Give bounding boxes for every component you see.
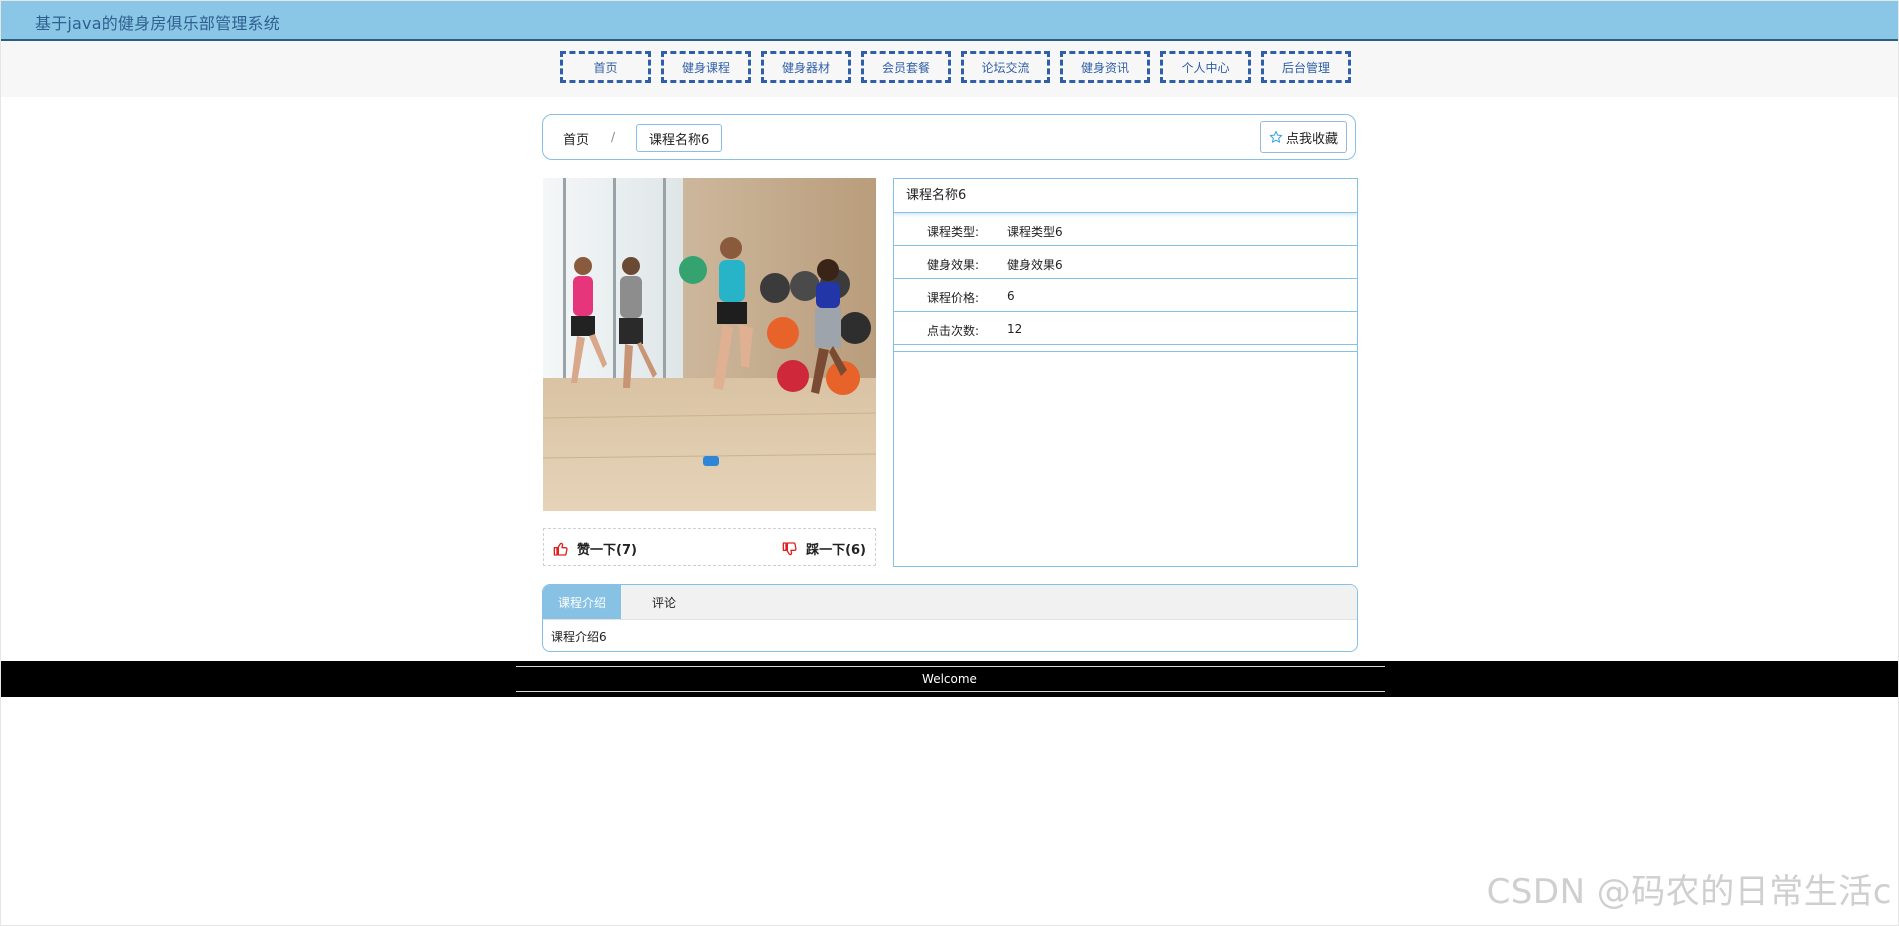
tab-content: 课程介绍6 — [551, 630, 607, 644]
page: 基于java的健身房俱乐部管理系统 首页 健身课程 健身器材 会员套餐 论坛交流… — [0, 0, 1899, 926]
field-value: 12 — [1007, 322, 1023, 336]
nav-bar: 首页 健身课程 健身器材 会员套餐 论坛交流 健身资讯 个人中心 后台管理 — [1, 41, 1898, 97]
course-name: 课程名称6 — [894, 179, 1357, 213]
header-bar: 基于java的健身房俱乐部管理系统 — [1, 1, 1898, 41]
field-label: 点击次数: — [926, 324, 979, 338]
watermark: CSDN @码农的日常生活c — [1486, 872, 1892, 912]
like-button[interactable]: 赞一下(7) — [553, 539, 637, 558]
field-value: 健身效果6 — [1007, 258, 1063, 272]
nav-item-membership[interactable]: 会员套餐 — [861, 51, 951, 83]
course-image — [543, 178, 876, 511]
thumbs-up-icon — [553, 542, 568, 556]
star-icon — [1269, 130, 1283, 143]
nav-item-home[interactable]: 首页 — [560, 51, 651, 83]
nav-item-profile[interactable]: 个人中心 — [1160, 51, 1251, 83]
breadcrumb-home[interactable]: 首页 — [563, 129, 589, 148]
course-tabs: 课程介绍 评论 课程介绍6 — [542, 584, 1358, 652]
breadcrumb-current: 课程名称6 — [636, 124, 723, 152]
field-label: 健身效果: — [926, 258, 979, 272]
dislike-button[interactable]: 踩一下(6) — [782, 539, 866, 558]
nav-item-forum[interactable]: 论坛交流 — [961, 51, 1050, 83]
detail-row-price: 课程价格: 6 — [894, 279, 1357, 312]
breadcrumb: 首页 / 课程名称6 点我收藏 — [542, 114, 1356, 160]
detail-divider — [894, 345, 1357, 352]
dislike-label: 踩一下(6) — [806, 543, 866, 558]
detail-row-clicks: 点击次数: 12 — [894, 312, 1357, 345]
breadcrumb-separator: / — [611, 130, 616, 144]
like-label: 赞一下(7) — [577, 543, 637, 558]
nav-item-admin[interactable]: 后台管理 — [1261, 51, 1351, 83]
course-detail-panel: 课程名称6 课程类型: 课程类型6 健身效果: 健身效果6 课程价格: 6 点击… — [893, 178, 1358, 567]
favorite-label: 点我收藏 — [1285, 131, 1338, 147]
footer-welcome: Welcome — [922, 672, 977, 686]
footer-divider-bottom — [516, 691, 1385, 692]
vote-bar: 赞一下(7) 踩一下(6) — [543, 528, 876, 566]
fitness-class-photo — [543, 178, 876, 511]
field-value: 课程类型6 — [1007, 225, 1063, 239]
tab-header: 课程介绍 评论 — [543, 585, 1357, 620]
thumbs-down-icon — [782, 541, 797, 555]
footer-divider-top — [516, 666, 1385, 667]
site-title[interactable]: 基于java的健身房俱乐部管理系统 — [35, 10, 280, 34]
tab-course-intro[interactable]: 课程介绍 — [543, 585, 621, 619]
detail-row-effect: 健身效果: 健身效果6 — [894, 246, 1357, 279]
tab-comments[interactable]: 评论 — [621, 585, 707, 619]
detail-row-type: 课程类型: 课程类型6 — [894, 213, 1357, 246]
nav-item-equipment[interactable]: 健身器材 — [761, 51, 851, 83]
nav-item-news[interactable]: 健身资讯 — [1060, 51, 1150, 83]
footer: Welcome — [1, 661, 1898, 697]
main-nav: 首页 健身课程 健身器材 会员套餐 论坛交流 健身资讯 个人中心 后台管理 — [560, 51, 1351, 83]
field-value: 6 — [1007, 289, 1015, 303]
nav-item-courses[interactable]: 健身课程 — [661, 51, 751, 83]
field-label: 课程类型: — [926, 225, 979, 239]
field-label: 课程价格: — [926, 291, 979, 305]
favorite-button[interactable]: 点我收藏 — [1259, 121, 1347, 153]
